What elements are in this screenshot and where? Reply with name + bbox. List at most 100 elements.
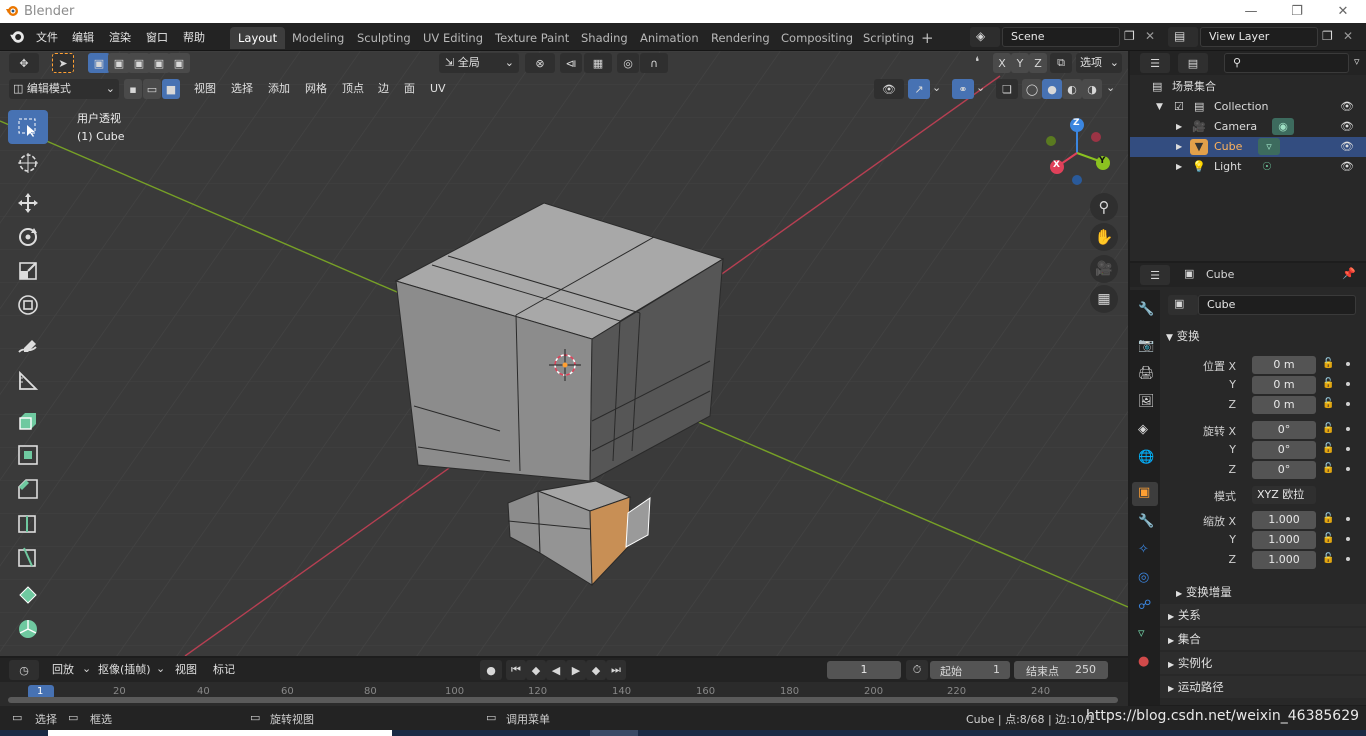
copy-scene-icon[interactable]: ❐ <box>1124 29 1135 43</box>
lock-icon[interactable]: 🔓 <box>1322 378 1334 390</box>
navigation-gizmo[interactable] <box>1040 113 1120 193</box>
shading-wireframe[interactable]: ◯ <box>1022 79 1042 99</box>
blender-menu-icon[interactable] <box>9 29 25 45</box>
3d-viewport[interactable]: 用户透视 (1) Cube Z Y X ⚲ ✋ 🎥 ▦ <box>0 51 1128 656</box>
tool-measure[interactable] <box>8 364 48 398</box>
auto-merge-toggle[interactable]: ⧉ <box>1050 53 1072 73</box>
chevron-down-icon[interactable]: ⌄ <box>976 81 985 94</box>
eye-icon[interactable]: 👁 <box>1340 157 1354 177</box>
menu-window[interactable]: 窗口 <box>146 29 168 45</box>
material-tab-icon[interactable]: ● <box>1138 654 1149 669</box>
transform-orientation-dropdown[interactable]: ⇲ 全局 ⌄ <box>439 53 519 73</box>
editor-type-button[interactable]: ✥ <box>9 53 39 73</box>
scene-tab-icon[interactable]: ◈ <box>1138 422 1148 437</box>
tool-move[interactable] <box>8 186 48 220</box>
tool-transform[interactable] <box>8 288 48 322</box>
chevron-down-icon[interactable]: ⌄ <box>932 81 941 94</box>
current-frame-field[interactable]: 1 <box>827 661 901 679</box>
minimize-button[interactable]: — <box>1228 0 1274 23</box>
scene-name-field[interactable]: Scene <box>1002 27 1120 47</box>
zoom-button[interactable]: ⚲ <box>1090 193 1118 221</box>
tab-texture-paint[interactable]: Texture Paint <box>487 27 577 49</box>
menu-edit[interactable]: 编辑 <box>72 29 94 45</box>
render-tab-icon[interactable]: 📷 <box>1138 338 1154 353</box>
next-keyframe-button[interactable]: ◆ <box>586 660 606 680</box>
pan-button[interactable]: ✋ <box>1090 223 1118 251</box>
instancing-section-header[interactable]: ▶ 实例化 <box>1160 652 1366 674</box>
scale-x-field[interactable]: 1.000 <box>1252 511 1316 529</box>
lock-icon[interactable]: 🔓 <box>1322 358 1334 370</box>
overlay-toggle[interactable]: ⚭ <box>952 79 974 99</box>
menu-add[interactable]: 添加 <box>268 79 290 99</box>
timeline-editor-type[interactable]: ◷ <box>9 660 39 680</box>
lock-icon[interactable]: 🔓 <box>1322 423 1334 435</box>
rotation-z-field[interactable]: 0° <box>1252 461 1316 479</box>
keyframe-dot-icon[interactable] <box>1346 362 1350 366</box>
outliner-search-input[interactable]: ⚲ <box>1224 53 1349 73</box>
keyframe-dot-icon[interactable] <box>1346 517 1350 521</box>
particles-tab-icon[interactable]: ✧ <box>1138 542 1149 557</box>
record-button[interactable]: ● <box>480 660 502 680</box>
mirror-x-toggle[interactable]: X <box>993 53 1011 73</box>
edge-select-mode[interactable]: ▭ <box>143 79 161 99</box>
menu-vertex[interactable]: 顶点 <box>342 79 364 99</box>
menu-help[interactable]: 帮助 <box>183 29 205 45</box>
taskbar-window-thumb[interactable] <box>48 730 392 736</box>
keyframe-dot-icon[interactable] <box>1346 467 1350 471</box>
outliner-row-light[interactable]: ▶ 💡 Light ☉ 👁 <box>1130 157 1366 177</box>
keyframe-dot-icon[interactable] <box>1346 402 1350 406</box>
object-name-field[interactable]: Cube <box>1198 295 1356 315</box>
menu-file[interactable]: 文件 <box>36 29 58 45</box>
tool-annotate[interactable] <box>8 330 48 364</box>
jump-end-button[interactable]: ⏭ <box>606 660 626 680</box>
menu-uv[interactable]: UV <box>430 79 446 99</box>
disclosure-down-icon[interactable]: ▼ <box>1156 97 1163 117</box>
shading-material[interactable]: ◐ <box>1062 79 1082 99</box>
tab-modeling[interactable]: Modeling <box>284 27 352 49</box>
tool-bevel[interactable] <box>8 472 48 506</box>
tool-poly-build[interactable] <box>8 578 48 612</box>
add-workspace-icon[interactable]: + <box>921 29 934 47</box>
tab-layout[interactable]: Layout <box>230 27 286 49</box>
properties-editor-type[interactable]: ☰ <box>1140 265 1170 285</box>
pin-icon[interactable]: 📌 <box>1342 267 1356 280</box>
lock-icon[interactable]: 🔓 <box>1322 533 1334 545</box>
marker-menu[interactable]: 标记 <box>213 660 235 680</box>
tab-compositing[interactable]: Compositing <box>773 27 861 49</box>
tool-inset[interactable] <box>8 438 48 472</box>
lock-icon[interactable]: 🔓 <box>1322 398 1334 410</box>
vertex-select-mode[interactable]: ▪ <box>124 79 142 99</box>
eye-icon[interactable]: 👁 <box>1340 117 1354 137</box>
play-button[interactable]: ▶ <box>566 660 586 680</box>
keyframe-dot-icon[interactable] <box>1346 557 1350 561</box>
snap-target-dropdown[interactable]: ▦ <box>584 53 612 73</box>
outliner-row-cube[interactable]: ▶ ▼ Cube ▿ 👁 <box>1130 137 1366 157</box>
select-mode-intersect[interactable]: ▣ <box>168 53 190 73</box>
world-tab-icon[interactable]: 🌐 <box>1138 450 1154 465</box>
view-layer-tab-icon[interactable]: 🖼 <box>1138 394 1155 409</box>
proportional-edit-toggle[interactable]: ◎ <box>617 53 639 73</box>
menu-view[interactable]: 视图 <box>194 79 216 99</box>
close-button[interactable]: ✕ <box>1320 0 1366 23</box>
taskbar-app-button[interactable] <box>590 730 638 736</box>
select-mode-subtract[interactable]: ▣ <box>128 53 150 73</box>
tab-rendering[interactable]: Rendering <box>703 27 778 49</box>
tool-scale[interactable] <box>8 254 48 288</box>
select-tool-button[interactable]: ➤ <box>52 53 74 73</box>
disclosure-right-icon[interactable]: ▶ <box>1176 137 1182 157</box>
collections-section-header[interactable]: ▶ 集合 <box>1160 628 1366 650</box>
xray-toggle[interactable]: ❏ <box>996 79 1018 99</box>
tool-select-box[interactable] <box>8 110 48 144</box>
checkbox-checked-icon[interactable]: ☑ <box>1174 97 1184 117</box>
keyframe-dot-icon[interactable] <box>1346 537 1350 541</box>
location-x-field[interactable]: 0 m <box>1252 356 1316 374</box>
disclosure-right-icon[interactable]: ▶ <box>1176 157 1182 177</box>
options-dropdown[interactable]: 选项 ⌄ <box>1076 53 1122 73</box>
keyframe-dot-icon[interactable] <box>1346 427 1350 431</box>
scene-browse-button[interactable]: ◈ <box>970 27 1000 47</box>
chevron-down-icon[interactable]: ⌄ <box>1106 81 1115 94</box>
timeline-scrollbar[interactable] <box>8 697 1118 703</box>
pivot-point-dropdown[interactable]: ⊗ <box>525 53 555 73</box>
rotation-mode-dropdown[interactable]: XYZ 欧拉 ⌄ <box>1252 486 1316 519</box>
tab-animation[interactable]: Animation <box>632 27 707 49</box>
